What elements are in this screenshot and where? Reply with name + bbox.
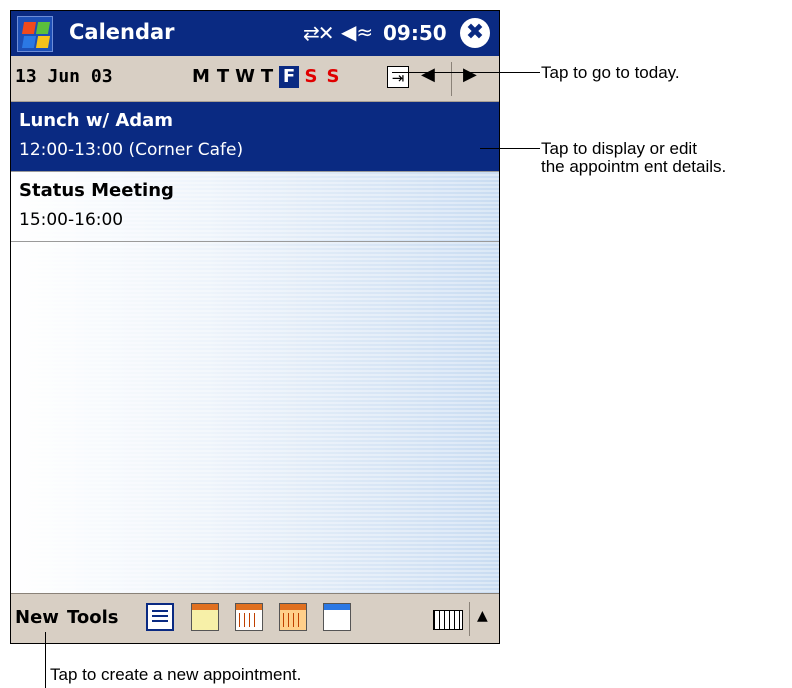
close-icon[interactable]: ✖: [460, 18, 490, 48]
speaker-icon[interactable]: ◀≈: [341, 20, 373, 44]
previous-icon[interactable]: ◀: [421, 64, 435, 85]
go-to-today-icon[interactable]: ⇥: [387, 66, 409, 88]
callout-today: Tap to go to today.: [541, 63, 680, 82]
appointment-title: Status Meeting: [19, 180, 174, 201]
appointment-time: 15:00-16:00: [19, 210, 124, 230]
date-bar: 13 Jun 03 M T W T F S S ⇥ ◀ ▶: [11, 56, 499, 102]
day-friday[interactable]: F: [279, 66, 299, 88]
appointment-item[interactable]: Lunch w/ Adam 12:00-13:00 (Corner Cafe): [11, 102, 499, 172]
day-monday[interactable]: M: [191, 66, 211, 88]
windows-start-icon[interactable]: [17, 16, 53, 52]
day-wednesday[interactable]: W: [235, 66, 255, 88]
appointment-title: Lunch w/ Adam: [19, 110, 174, 131]
week-view-icon[interactable]: [235, 603, 263, 631]
pocket-pc-screen: Calendar ⇄✕ ◀≈ 09:50 ✖ 13 Jun 03 M T W T…: [10, 10, 500, 644]
callout-line-details: [480, 148, 540, 149]
day-sunday[interactable]: S: [323, 66, 343, 88]
command-bar: New Tools ▲: [11, 593, 499, 643]
view-grid: [283, 613, 303, 627]
week-day-selector: M T W T F S S: [191, 66, 343, 88]
view-grid: [239, 613, 259, 627]
agenda-list: Lunch w/ Adam 12:00-13:00 (Corner Cafe) …: [11, 102, 499, 593]
current-date[interactable]: 13 Jun 03: [15, 66, 113, 87]
callout-line-new: [45, 632, 46, 688]
agenda-view-icon[interactable]: [146, 603, 174, 631]
divider: [469, 602, 470, 636]
callout-new: Tap to create a new appointment.: [50, 665, 302, 684]
title-bar: Calendar ⇄✕ ◀≈ 09:50 ✖: [11, 11, 499, 56]
next-icon[interactable]: ▶: [463, 64, 477, 85]
month-view-icon[interactable]: [279, 603, 307, 631]
callout-details-line-2: the appointm ent details.: [541, 157, 727, 176]
view-header: [192, 604, 218, 610]
clock[interactable]: 09:50: [383, 21, 447, 45]
year-view-icon[interactable]: [323, 603, 351, 631]
appointment-time: 12:00-13:00 (Corner Cafe): [19, 140, 244, 160]
callout-details-line-1: Tap to display or edit: [541, 139, 697, 158]
connectivity-icon[interactable]: ⇄✕: [303, 21, 334, 45]
day-saturday[interactable]: S: [301, 66, 321, 88]
input-menu-arrow-icon[interactable]: ▲: [477, 608, 488, 624]
tools-menu[interactable]: Tools: [67, 607, 119, 628]
day-tuesday[interactable]: T: [213, 66, 233, 88]
day-view-icon[interactable]: [191, 603, 219, 631]
view-header: [236, 604, 262, 610]
view-header: [280, 604, 306, 610]
divider: [451, 62, 452, 96]
view-header: [324, 604, 350, 610]
app-title: Calendar: [69, 20, 175, 44]
new-button[interactable]: New: [15, 607, 59, 628]
day-thursday[interactable]: T: [257, 66, 277, 88]
keyboard-icon[interactable]: [433, 610, 463, 630]
callout-line-today: [392, 72, 540, 73]
appointment-item[interactable]: Status Meeting 15:00-16:00: [11, 172, 499, 242]
